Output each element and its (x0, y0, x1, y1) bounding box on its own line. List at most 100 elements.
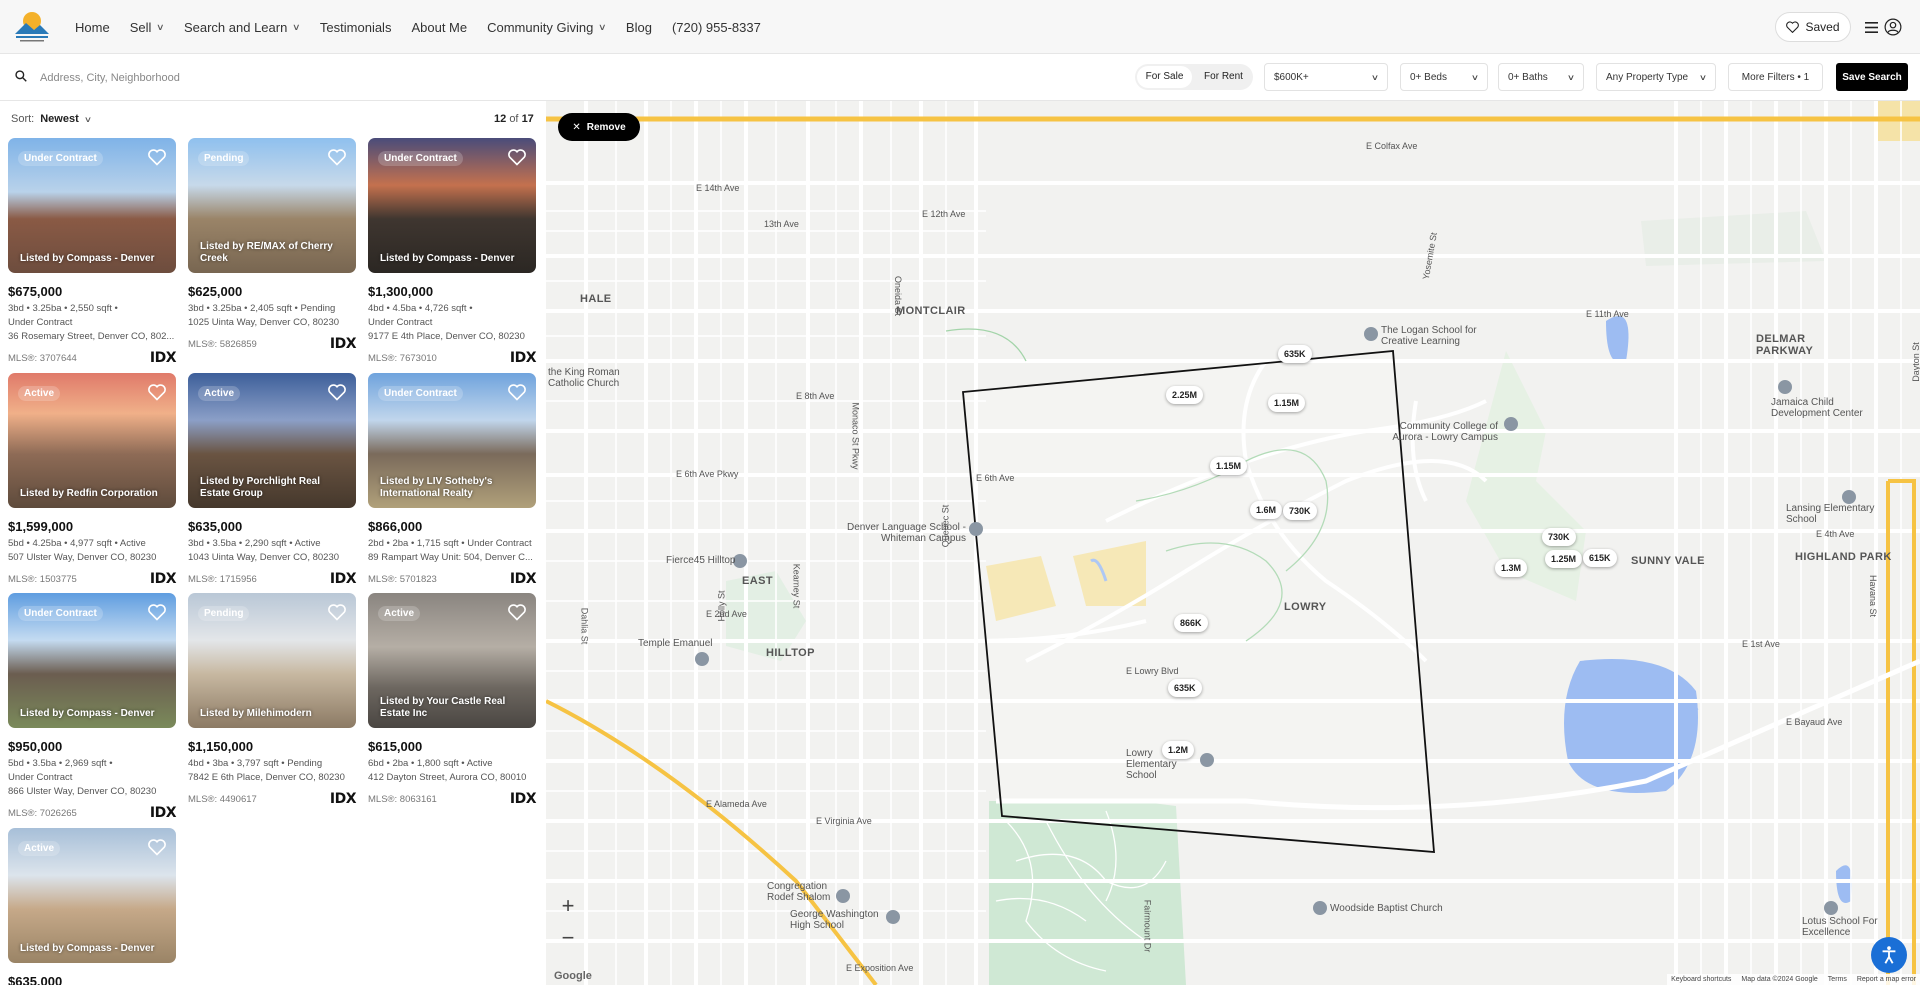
listing-card[interactable]: Active Listed by Your Castle Real Estate … (368, 593, 537, 807)
listing-photo[interactable]: Under Contract Listed by Compass - Denver (8, 593, 176, 728)
price-pin[interactable]: 2.25M (1166, 386, 1204, 404)
listing-card[interactable]: Active Listed by Compass - Denver $635,000 (8, 828, 176, 985)
google-logo: Google (554, 970, 592, 982)
idx-logo: IDX (329, 336, 357, 352)
poi-label[interactable]: George Washington High School (790, 909, 886, 931)
nav-item-label: About Me (411, 19, 468, 35)
listing-photo[interactable]: Under Contract Listed by LIV Sotheby's In… (368, 373, 536, 508)
attribution-link[interactable]: Map data ©2024 Google (1741, 976, 1817, 983)
price-pin[interactable]: 1.15M (1210, 457, 1248, 475)
listed-by: Listed by Redfin Corporation (20, 488, 158, 499)
price-pin[interactable]: 635K (1168, 679, 1202, 697)
sort-dropdown[interactable]: Sort: Newest ∨ (11, 113, 92, 125)
listing-photo[interactable]: Pending Listed by RE/MAX of Cherry Creek (188, 138, 356, 273)
listing-details: 3bd • 3.5ba • 2,290 sqft • Active 1043 Ui… (188, 537, 356, 565)
poi-label[interactable]: the King Roman Catholic Church (548, 367, 648, 389)
accessibility-button[interactable] (1871, 937, 1907, 973)
status-badge: Under Contract (18, 151, 103, 166)
nav-item[interactable]: Search and Learn ∨ (184, 20, 301, 35)
listing-photo[interactable]: Active Listed by Your Castle Real Estate … (368, 593, 536, 728)
price-pin[interactable]: 1.15M (1268, 394, 1306, 412)
listing-card[interactable]: Active Listed by Porchlight Real Estate G… (188, 373, 357, 587)
listing-card[interactable]: Under Contract Listed by LIV Sotheby's In… (368, 373, 537, 587)
main-nav: Home Sell ∨ Search and Learn ∨ Testimonials Ab… (75, 0, 761, 54)
listing-card[interactable]: Pending Listed by Milehimodern $1,150,000 4… (188, 593, 357, 807)
price-pin[interactable]: 615K (1583, 549, 1617, 567)
price-pin[interactable]: 866K (1174, 614, 1208, 632)
listing-photo[interactable]: Active Listed by Porchlight Real Estate G… (188, 373, 356, 508)
zoom-out-button[interactable]: − (562, 925, 575, 951)
heart-icon[interactable] (328, 383, 346, 401)
poi-label[interactable]: Temple Emanuel (638, 638, 712, 649)
poi-label[interactable]: Community College of Aurora - Lowry Camp… (1368, 421, 1498, 443)
poi-label[interactable]: Lansing Elementary School (1786, 503, 1906, 525)
heart-icon[interactable] (148, 383, 166, 401)
poi-label[interactable]: Lotus School For Excellence (1802, 916, 1912, 938)
poi-label[interactable]: The Logan School for Creative Learning (1381, 325, 1501, 347)
attribution-link[interactable]: Terms (1828, 976, 1847, 983)
mls-row: MLS®: 8063161 IDX (368, 791, 537, 807)
heart-icon[interactable] (148, 838, 166, 856)
listing-photo[interactable]: Active Listed by Redfin Corporation (8, 373, 176, 508)
saved-button[interactable]: Saved (1775, 12, 1851, 42)
for-sale-option[interactable]: For Sale (1137, 66, 1192, 88)
beds-filter-label: 0+ Beds (1410, 71, 1447, 83)
listing-photo[interactable]: Under Contract Listed by Compass - Denver (8, 138, 176, 273)
search-input[interactable] (40, 66, 340, 90)
site-logo[interactable] (12, 8, 52, 46)
heart-icon[interactable] (508, 383, 526, 401)
heart-icon[interactable] (508, 603, 526, 621)
price-pin[interactable]: 1.2M (1162, 741, 1195, 759)
nav-item[interactable]: Sell ∨ (130, 20, 165, 35)
listing-card[interactable]: Pending Listed by RE/MAX of Cherry Creek $… (188, 138, 357, 352)
price-pin[interactable]: 730K (1542, 528, 1576, 546)
sort-label: Sort: (11, 113, 35, 125)
price-pin[interactable]: 730K (1283, 502, 1317, 520)
nav-item[interactable]: (720) 955-8337 (672, 20, 761, 35)
listing-card[interactable]: Under Contract Listed by Compass - Denver… (8, 138, 177, 366)
heart-icon[interactable] (328, 148, 346, 166)
price-pin[interactable]: 635K (1278, 345, 1312, 363)
price-pin[interactable]: 1.25M (1545, 550, 1583, 568)
heart-icon[interactable] (148, 603, 166, 621)
status-badge: Active (378, 606, 421, 621)
listing-facts: 3bd • 3.25ba • 2,550 sqft • (8, 303, 118, 314)
nav-item[interactable]: Community Giving ∨ (487, 20, 607, 35)
save-search-button[interactable]: Save Search (1836, 63, 1908, 91)
heart-icon[interactable] (148, 148, 166, 166)
listing-photo[interactable]: Under Contract Listed by Compass - Denver (368, 138, 536, 273)
heart-icon[interactable] (508, 148, 526, 166)
baths-filter[interactable]: 0+ Baths ∨ (1498, 63, 1584, 91)
poi-label[interactable]: Congregation Rodef Shalom (767, 881, 837, 903)
nav-item[interactable]: Testimonials (320, 20, 392, 35)
listing-card[interactable]: Under Contract Listed by Compass - Denver… (8, 593, 177, 821)
zoom-in-button[interactable]: + (562, 893, 575, 919)
price-filter[interactable]: $600K+ ∨ (1264, 63, 1388, 91)
attribution-link[interactable]: Keyboard shortcuts (1671, 976, 1731, 983)
map-view[interactable]: HALE MONTCLAIR EAST HILLTOP LOWRY DELMAR… (546, 101, 1920, 985)
price-pin[interactable]: 1.3M (1495, 559, 1528, 577)
drawn-search-area[interactable] (962, 350, 1435, 853)
poi-label[interactable]: Fierce45 Hilltop (666, 555, 735, 566)
poi-label[interactable]: Jamaica Child Development Center (1771, 397, 1881, 419)
poi-label[interactable]: Woodside Baptist Church (1330, 903, 1443, 914)
remove-boundary-button[interactable]: ✕ Remove (558, 113, 640, 141)
nav-item[interactable]: Blog (626, 20, 652, 35)
more-filters-button[interactable]: More Filters • 1 (1728, 63, 1823, 91)
nav-item[interactable]: Home (75, 20, 110, 35)
nav-item[interactable]: About Me (411, 20, 467, 35)
listing-card[interactable]: Under Contract Listed by Compass - Denver… (368, 138, 537, 366)
heart-icon[interactable] (328, 603, 346, 621)
account-menu-button[interactable] (1860, 12, 1906, 42)
place-icon (1778, 380, 1792, 394)
property-type-filter[interactable]: Any Property Type ∨ (1596, 63, 1716, 91)
listing-photo[interactable]: Pending Listed by Milehimodern (188, 593, 356, 728)
listing-photo[interactable]: Active Listed by Compass - Denver (8, 828, 176, 963)
for-rent-option[interactable]: For Rent (1196, 66, 1251, 88)
attribution-link[interactable]: Report a map error (1857, 976, 1916, 983)
price-pin[interactable]: 1.6M (1250, 501, 1283, 519)
listing-card[interactable]: Active Listed by Redfin Corporation $1,599… (8, 373, 177, 587)
beds-filter[interactable]: 0+ Beds ∨ (1400, 63, 1488, 91)
area-label: LOWRY (1284, 601, 1327, 613)
search-filter-bar: For Sale For Rent $600K+ ∨ 0+ Beds ∨ 0+ Ba… (0, 54, 1920, 101)
